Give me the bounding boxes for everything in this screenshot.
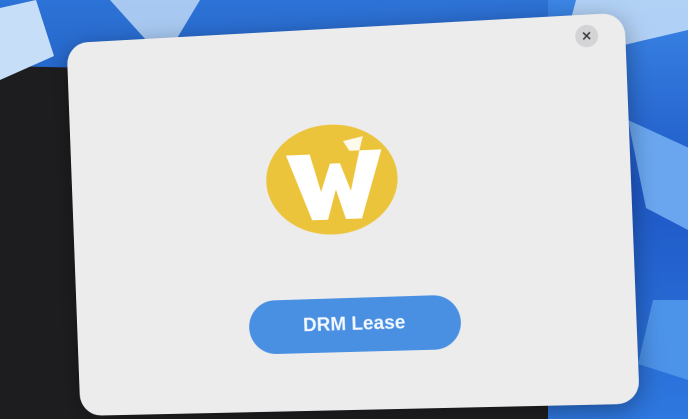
wallpaper-dark-panel bbox=[0, 60, 80, 419]
close-icon: × bbox=[581, 28, 593, 44]
close-button[interactable]: × bbox=[575, 24, 599, 48]
drm-lease-dialog: × DRM Lease bbox=[67, 12, 640, 415]
wayland-logo-icon bbox=[263, 121, 401, 238]
drm-lease-button[interactable]: DRM Lease bbox=[248, 294, 462, 354]
